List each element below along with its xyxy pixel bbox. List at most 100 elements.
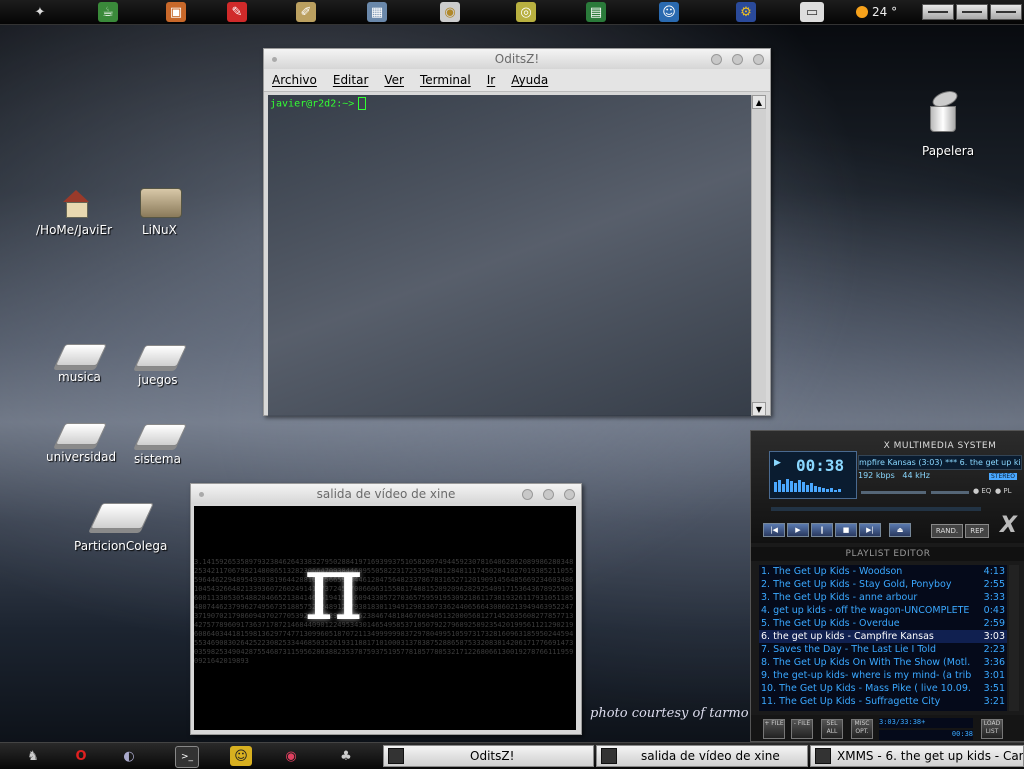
messenger-icon[interactable]: ☺ — [659, 2, 679, 22]
add-file-button[interactable]: + FILE — [763, 719, 785, 739]
playlist-row[interactable]: 11. The Get Up Kids - Suffragette City 3:… — [759, 695, 1007, 708]
task-xmms[interactable]: XMMS - 6. the get up kids - Campfire Kan… — [810, 745, 1024, 767]
desktop-icon-label: LiNuX — [142, 223, 177, 237]
pdf-icon[interactable]: ✎ — [227, 2, 247, 22]
spectrum-analyzer[interactable] — [774, 478, 841, 492]
weather-applet[interactable]: 24 ° — [856, 3, 897, 21]
cd-player-icon[interactable]: ◉ — [440, 2, 460, 22]
spectrum-bar — [794, 483, 797, 492]
playlist-scrollbar[interactable] — [1009, 565, 1019, 711]
video-output[interactable]: 3.14159265358979323846264338327950288419… — [194, 506, 576, 730]
xine-task-icon — [601, 748, 617, 764]
eject-button[interactable]: ⏏ — [889, 523, 911, 537]
seek-bar[interactable] — [771, 507, 981, 511]
remove-file-button[interactable]: - FILE — [791, 719, 813, 739]
xmms-main-window: X MULTIMEDIA SYSTEM ▶ 00:38 mpfire Kansa… — [751, 431, 1024, 543]
menu-ir[interactable]: Ir — [487, 73, 495, 87]
task-xine[interactable]: salida de vídeo de xine — [596, 745, 808, 767]
minimize-icon[interactable] — [522, 489, 533, 500]
minimize-icon[interactable] — [711, 54, 722, 65]
balance-slider[interactable] — [931, 491, 969, 494]
text-editor-icon[interactable]: ✐ — [296, 2, 316, 22]
next-button[interactable]: ▶| — [859, 523, 881, 537]
gimp-launcher-icon[interactable]: ♣ — [335, 746, 357, 766]
window-menu-icon[interactable] — [272, 57, 277, 62]
playlist-row[interactable]: 7. Saves the Day - The Last Lie I Told 2:… — [759, 643, 1007, 656]
spectrum-bar — [778, 480, 781, 492]
playlist-row[interactable]: 9. the get-up kids- where is my mind- (a… — [759, 669, 1007, 682]
gnu-icon[interactable]: ♞ — [22, 746, 44, 766]
load-list-button[interactable]: LOAD LIST — [981, 719, 1003, 739]
terminal-scrollbar[interactable]: ▲ ▼ — [751, 95, 766, 416]
maximize-icon[interactable] — [732, 54, 743, 65]
scroll-up-icon[interactable]: ▲ — [752, 95, 766, 109]
cd-icon[interactable]: ◉ — [280, 746, 302, 766]
playlist-row-duration: 2:23 — [983, 644, 1005, 655]
image-icon[interactable]: ▦ — [367, 2, 387, 22]
opera-icon[interactable]: O — [70, 746, 92, 766]
playlist-row[interactable]: 10. The Get Up Kids - Mass Pike ( live 1… — [759, 682, 1007, 695]
top-panel: ✦ ☕ ▣ ✎ ✐ ▦ ◉ ◎ ▤ ☺ ⚙ ▭ 24 ° — [0, 0, 1024, 25]
misc-options-button[interactable]: MISC OPT. — [851, 719, 873, 739]
playlist-row[interactable]: 5. The Get Up Kids - Overdue 2:59 — [759, 617, 1007, 630]
gimp-icon[interactable]: ⚙ — [736, 2, 756, 22]
window-titlebar[interactable]: salida de vídeo de xine — [191, 484, 581, 504]
menu-archivo[interactable]: Archivo — [272, 73, 317, 87]
home-icon — [63, 190, 89, 218]
pause-button[interactable]: ‖ — [811, 523, 833, 537]
menu-editar[interactable]: Editar — [333, 73, 369, 87]
volume-slider[interactable] — [861, 491, 926, 494]
playlist-row[interactable]: 8. The Get Up Kids On With The Show (Mot… — [759, 656, 1007, 669]
window-menu-icon[interactable] — [199, 492, 204, 497]
menu-ver[interactable]: Ver — [384, 73, 404, 87]
terminal-window: OditsZ! Archivo Editar Ver Terminal Ir A… — [263, 48, 771, 416]
xmms-system-title[interactable]: X MULTIMEDIA SYSTEM — [855, 441, 1024, 451]
package-icon[interactable]: ▣ — [166, 2, 186, 22]
spectrum-bar — [810, 483, 813, 492]
java-icon[interactable]: ☕ — [98, 2, 118, 22]
terminal-icon[interactable]: >_ — [175, 746, 199, 768]
menu-terminal[interactable]: Terminal — [420, 73, 471, 87]
window-list-button-2[interactable] — [956, 4, 988, 20]
playlist[interactable]: 1. The Get Up Kids - Woodson 4:13 2. The G… — [759, 565, 1007, 711]
playlist-row[interactable]: 3. The Get Up Kids - anne arbour 3:33 — [759, 591, 1007, 604]
playlist-row[interactable]: 6. the get up kids - Campfire Kansas 3:03 — [759, 630, 1007, 643]
close-icon[interactable] — [564, 489, 575, 500]
playlist-row-title: 2. The Get Up Kids - Stay Gold, Ponyboy — [761, 579, 952, 590]
xmms-time[interactable]: 00:38 — [796, 456, 844, 475]
menu-ayuda[interactable]: Ayuda — [511, 73, 548, 87]
gnome-foot-icon[interactable]: ✦ — [30, 2, 50, 22]
playlist-row[interactable]: 2. The Get Up Kids - Stay Gold, Ponyboy 2… — [759, 578, 1007, 591]
khz-label: 44 kHz — [902, 471, 930, 480]
playlist-row[interactable]: 4. get up kids - off the wagon-UNCOMPLET… — [759, 604, 1007, 617]
network-icon[interactable]: ▭ — [800, 2, 824, 22]
cd-burner-icon[interactable]: ◎ — [516, 2, 536, 22]
hard-disk-icon — [140, 188, 182, 218]
spreadsheet-icon[interactable]: ▤ — [586, 2, 606, 22]
playlist-title[interactable]: PLAYLIST EDITOR — [751, 547, 1024, 561]
scroll-down-icon[interactable]: ▼ — [752, 402, 766, 416]
play-button[interactable]: ▶ — [787, 523, 809, 537]
close-icon[interactable] — [753, 54, 764, 65]
playlist-mini-time: 00:38 — [879, 730, 973, 740]
window-list-button-1[interactable] — [922, 4, 954, 20]
gaim-icon[interactable]: ☺ — [230, 746, 252, 766]
terminal-output[interactable]: javier@r2d2:~> — [268, 95, 754, 416]
shuffle-button[interactable]: RAND. — [931, 524, 963, 538]
eq-toggle[interactable]: ● EQ — [973, 487, 991, 495]
desktop-icon-label: ParticionColega — [74, 539, 168, 553]
maximize-icon[interactable] — [543, 489, 554, 500]
pl-toggle[interactable]: ● PL — [995, 487, 1011, 495]
playlist-row[interactable]: 1. The Get Up Kids - Woodson 4:13 — [759, 565, 1007, 578]
spectrum-bar — [802, 482, 805, 492]
playlist-row-title: 9. the get-up kids- where is my mind- (a… — [761, 670, 971, 681]
repeat-button[interactable]: REP — [965, 524, 989, 538]
stop-button[interactable]: ■ — [835, 523, 857, 537]
window-titlebar[interactable]: OditsZ! — [264, 49, 770, 69]
sound-icon[interactable]: ◐ — [118, 746, 140, 766]
task-terminal[interactable]: OditsZ! — [383, 745, 594, 767]
playlist-row-title: 3. The Get Up Kids - anne arbour — [761, 592, 918, 603]
previous-button[interactable]: |◀ — [763, 523, 785, 537]
select-all-button[interactable]: SEL ALL — [821, 719, 843, 739]
window-list-button-3[interactable] — [990, 4, 1022, 20]
